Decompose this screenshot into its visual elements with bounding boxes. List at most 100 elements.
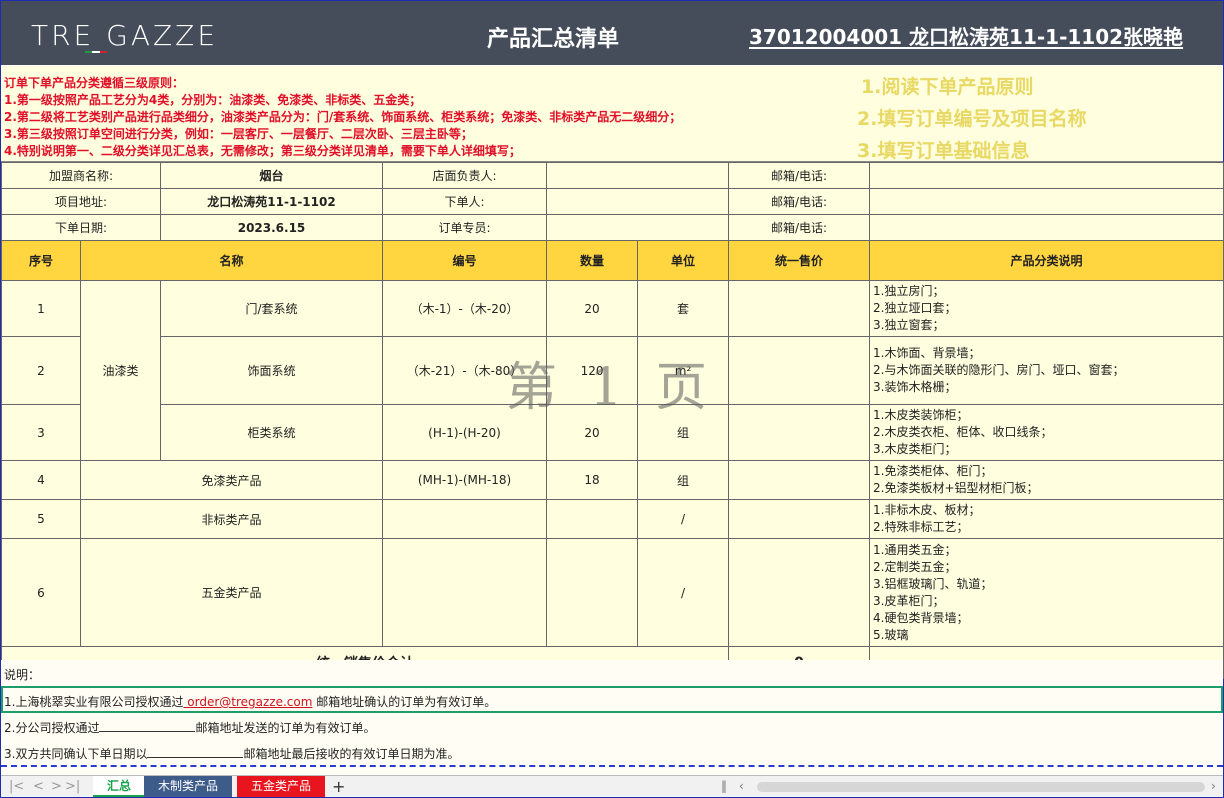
row-name[interactable]: 免漆类产品 (79, 460, 384, 500)
note-2[interactable]: 2.分公司授权通过 邮箱地址发送的订单为有效订单。 (4, 719, 375, 736)
row-qty[interactable]: 120 (546, 336, 639, 405)
row-unit[interactable]: / (637, 499, 730, 539)
email-phone-value[interactable] (869, 162, 1224, 189)
col-header-name[interactable]: 名称 (79, 240, 384, 281)
row-qty[interactable]: 20 (546, 280, 639, 337)
row-price[interactable] (728, 538, 871, 647)
row-qty[interactable]: 20 (546, 404, 639, 461)
row-name[interactable]: 柜类系统 (160, 404, 384, 461)
email-link[interactable]: order@tregazze.com (183, 695, 312, 709)
row-no[interactable]: 3 (1, 404, 81, 461)
col-header-desc[interactable]: 产品分类说明 (869, 240, 1224, 281)
row-unit[interactable]: 套 (637, 280, 730, 337)
franchisee-value[interactable]: 烟台 (160, 162, 384, 189)
row-price[interactable] (728, 460, 871, 500)
next-sheet-icon[interactable]: > (51, 779, 62, 794)
table-row: 4 免漆类产品 (MH-1)-(MH-18) 18 组 1.免漆类柜体、柜门； 2… (1, 460, 1224, 500)
col-header-no[interactable]: 序号 (1, 240, 81, 281)
tab-wood-products[interactable]: 木制类产品 (144, 776, 233, 797)
col-header-qty[interactable]: 数量 (546, 240, 639, 281)
scroll-left-icon[interactable]: ‹ (739, 779, 744, 793)
row-name[interactable]: 非标类产品 (79, 499, 384, 539)
row-no[interactable]: 5 (1, 499, 81, 539)
row-desc[interactable]: 1.独立房门； 2.独立垭口套； 3.独立窗套； (869, 280, 1224, 337)
row-desc[interactable]: 1.通用类五金； 2.定制类五金； 3.铝框玻璃门、轨道； 3.皮革柜门； 4.硬包类背… (869, 538, 1224, 647)
email-phone-value[interactable] (869, 214, 1224, 241)
row-no[interactable]: 1 (1, 280, 81, 337)
tab-hardware-products[interactable]: 五金类产品 (237, 776, 326, 797)
scrollbar-thumb[interactable] (757, 782, 1205, 792)
desc-line: 3.装饰木格栅； (873, 380, 957, 394)
add-sheet-icon[interactable]: + (332, 777, 345, 796)
horizontal-scrollbar[interactable]: ‖ ‹ › (721, 779, 1221, 794)
rule-line: 1.第一级按照产品工艺分为4类，分别为：油漆类、免漆类、非标类、五金类； (4, 93, 422, 107)
row-code[interactable]: (H-1)-(H-20) (382, 404, 548, 461)
category-oil[interactable]: 油漆类 (79, 280, 162, 461)
address-label: 项目地址: (0, 188, 162, 215)
row-unit[interactable]: m² (637, 336, 730, 405)
row-desc[interactable]: 1.非标木皮、板材； 2.特殊非标工艺； (869, 499, 1224, 539)
row-desc[interactable]: 1.木皮类装饰柜； 2.木皮类衣柜、柜体、收口线条； 3.木皮类柜门； (869, 404, 1224, 461)
row-no[interactable]: 2 (1, 336, 81, 405)
address-value[interactable]: 龙口松涛苑11-1-1102 (160, 188, 384, 215)
row-price[interactable] (728, 280, 871, 337)
orderer-label: 下单人: (382, 188, 548, 215)
row-name[interactable]: 五金类产品 (79, 538, 384, 647)
sheet-tab-bar: |< < > >| 汇总 木制类产品 五金类产品 + ‖ ‹ › (1, 775, 1223, 797)
row-qty[interactable]: 18 (546, 460, 639, 500)
row-desc[interactable]: 1.免漆类柜体、柜门； 2.免漆类板材+铝型材柜门板； (869, 460, 1224, 500)
store-manager-value[interactable] (546, 162, 730, 189)
desc-line: 2.木皮类衣柜、柜体、收口线条； (873, 425, 1053, 439)
row-qty[interactable] (546, 538, 639, 647)
row-code[interactable] (382, 499, 548, 539)
orderer-value[interactable] (546, 188, 730, 215)
row-no[interactable]: 4 (1, 460, 81, 500)
email-phone-label: 邮箱/电话: (728, 214, 871, 241)
row-unit[interactable]: 组 (637, 404, 730, 461)
email-phone-value[interactable] (869, 188, 1224, 215)
row-price[interactable] (728, 336, 871, 405)
franchisee-label: 加盟商名称: (0, 162, 162, 189)
brand-logo: TRE GAZZE (31, 19, 219, 52)
scrollbar-grip-icon: ‖ (721, 779, 727, 793)
scroll-right-icon[interactable]: › (1211, 779, 1216, 793)
row-name[interactable]: 饰面系统 (160, 336, 384, 405)
note-text: 邮箱地址发送的订单为有效订单。 (195, 721, 376, 735)
row-desc[interactable]: 1.木饰面、背景墙； 2.与木饰面关联的隐形门、房门、垭口、窗套； 3.装饰木格栅； (869, 336, 1224, 405)
blank-line (99, 721, 196, 732)
desc-line: 2.免漆类板材+铝型材柜门板； (873, 481, 1039, 495)
tab-summary[interactable]: 汇总 (93, 776, 146, 797)
order-id-title[interactable]: 37012004001 龙口松涛苑11-1-1102张晓艳 (749, 21, 1183, 50)
desc-line: 3.铝框玻璃门、轨道； (873, 576, 993, 591)
row-name[interactable]: 门/套系统 (160, 280, 384, 337)
note-3[interactable]: 3.双方共同确认下单日期以 邮箱地址最后接收的有效订单日期为准。 (4, 745, 459, 762)
step-1: 1.阅读下单产品原则 (861, 76, 1034, 98)
step-2: 2.填写订单编号及项目名称 (857, 108, 1087, 130)
row-code[interactable]: （木-21）-（木-80） (382, 336, 548, 405)
order-summary-table: 加盟商名称: 烟台 店面负责人: 邮箱/电话: 项目地址: 龙口松涛苑11-1-… (0, 162, 1224, 679)
first-sheet-icon[interactable]: |< (9, 779, 24, 794)
row-price[interactable] (728, 499, 871, 539)
row-qty[interactable] (546, 499, 639, 539)
row-code[interactable] (382, 538, 548, 647)
rule-line: 订单下单产品分类遵循三级原则： (4, 76, 185, 90)
row-no[interactable]: 6 (1, 538, 81, 647)
row-price[interactable] (728, 404, 871, 461)
order-specialist-value[interactable] (546, 214, 730, 241)
prev-sheet-icon[interactable]: < (33, 779, 44, 794)
desc-line: 1.通用类五金； (873, 542, 957, 557)
desc-line: 3.独立窗套； (873, 318, 945, 332)
row-unit[interactable]: / (637, 538, 730, 647)
col-header-price[interactable]: 统一售价 (728, 240, 871, 281)
last-sheet-icon[interactable]: >| (65, 779, 80, 794)
row-code[interactable]: (MH-1)-(MH-18) (382, 460, 548, 500)
row-unit[interactable]: 组 (637, 460, 730, 500)
store-manager-label: 店面负责人: (382, 162, 548, 189)
step-3: 3.填写订单基础信息 (857, 140, 1030, 162)
col-header-unit[interactable]: 单位 (637, 240, 730, 281)
note-text: 3.双方共同确认下单日期以 (4, 747, 148, 761)
note-1[interactable]: 1.上海桃翠实业有限公司授权通过 order@tregazze.com 邮箱地址… (4, 693, 496, 710)
order-date-value[interactable]: 2023.6.15 (160, 214, 384, 241)
col-header-code[interactable]: 编号 (382, 240, 548, 281)
row-code[interactable]: （木-1）-（木-20） (382, 280, 548, 337)
